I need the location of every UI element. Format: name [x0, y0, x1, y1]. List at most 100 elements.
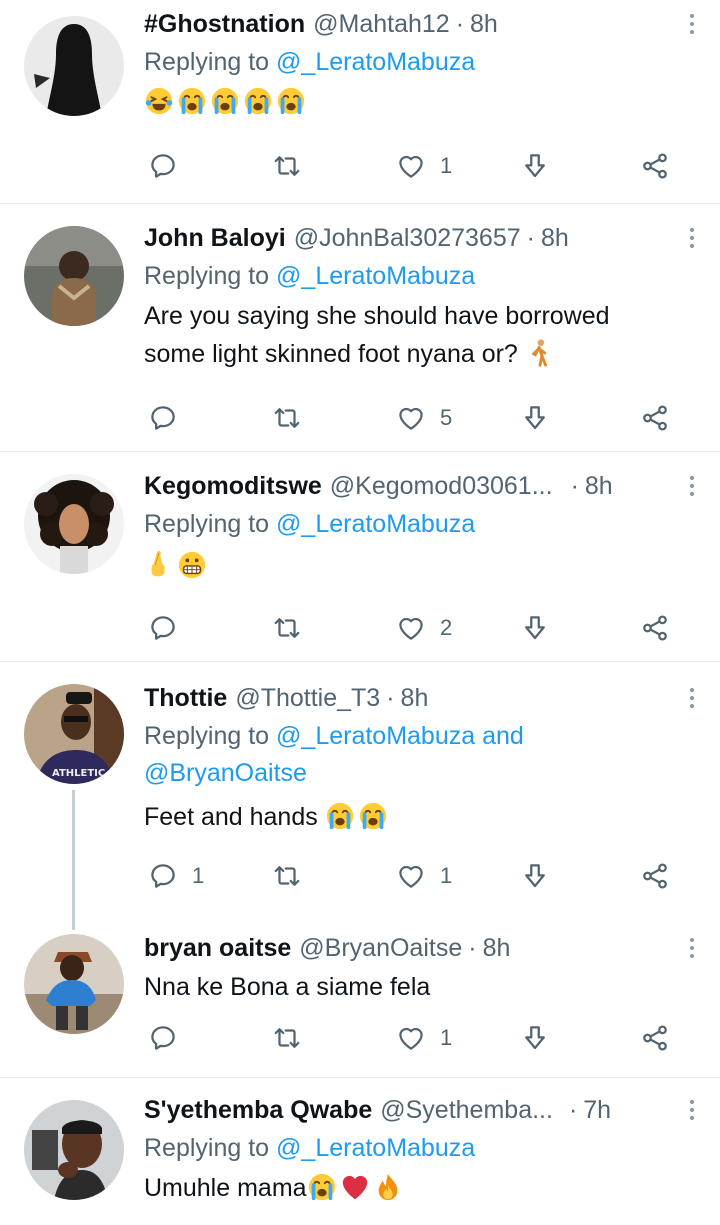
thread-connector: [72, 790, 75, 930]
display-name[interactable]: S'yethemba Qwabe: [144, 1090, 372, 1130]
crying-emoji: [276, 86, 306, 116]
display-name[interactable]: bryan oaitse: [144, 928, 291, 968]
like-count: 5: [440, 405, 453, 430]
user-handle[interactable]: @Thottie_T3: [235, 678, 380, 718]
retweet-button[interactable]: [272, 608, 302, 648]
more-options-icon[interactable]: [678, 932, 706, 964]
mention-link[interactable]: @_LeratoMabuza: [276, 1134, 475, 1162]
reply-icon: [148, 151, 178, 181]
display-name[interactable]: Kegomoditswe: [144, 466, 322, 506]
timestamp[interactable]: 8h: [401, 678, 429, 718]
timestamp[interactable]: 8h: [541, 218, 569, 258]
tweet-text: [144, 547, 692, 585]
tweet-ghostnation[interactable]: #Ghostnation @Mahtah12 · 8h Replying to …: [0, 0, 720, 204]
timestamp[interactable]: 8h: [585, 466, 613, 506]
tweet-text-line: Are you saying she should have borrowed: [144, 302, 610, 330]
user-handle[interactable]: @Syethemba...: [380, 1090, 553, 1130]
share-icon: [640, 151, 670, 181]
avatar[interactable]: [24, 226, 124, 326]
share-button[interactable]: [640, 398, 670, 438]
more-options-icon[interactable]: [678, 222, 706, 254]
display-name[interactable]: Thottie: [144, 678, 227, 718]
download-icon: [520, 1023, 550, 1053]
replying-to: Replying to @_LeratoMabuza and @BryanOait…: [144, 718, 692, 792]
replying-prefix: Replying to: [144, 262, 277, 290]
heart-icon: [396, 1023, 426, 1053]
save-button[interactable]: [520, 398, 550, 438]
retweet-button[interactable]: [272, 1018, 302, 1058]
tweet-syethemba-qwabe[interactable]: S'yethemba Qwabe @Syethemba... · 7h Repl…: [0, 1078, 720, 1225]
save-button[interactable]: [520, 146, 550, 186]
more-options-icon[interactable]: [678, 470, 706, 502]
reply-icon: [148, 403, 178, 433]
laughing-tears-emoji: [144, 86, 174, 116]
retweet-button[interactable]: [272, 146, 302, 186]
separator-dot: ·: [386, 684, 395, 712]
save-button[interactable]: [520, 1018, 550, 1058]
timestamp[interactable]: 7h: [583, 1090, 611, 1130]
save-button[interactable]: [520, 608, 550, 648]
avatar[interactable]: [24, 1100, 124, 1200]
tweet-thottie[interactable]: ATHLETIC Thottie @Thottie_T3 · 8h Replyi…: [0, 662, 720, 930]
tweet-text-content: Umuhle mama: [144, 1174, 307, 1202]
retweet-icon: [272, 1023, 302, 1053]
like-button[interactable]: 2: [396, 608, 452, 648]
user-handle[interactable]: @JohnBal30273657: [294, 218, 521, 258]
like-count: 2: [440, 615, 453, 640]
replying-prefix: Replying to: [144, 48, 277, 76]
separator-dot: ·: [455, 10, 465, 38]
like-button[interactable]: 1: [396, 856, 452, 896]
avatar[interactable]: ATHLETIC: [24, 684, 124, 784]
separator-dot: ·: [570, 472, 579, 500]
retweet-button[interactable]: [272, 398, 302, 438]
reply-button[interactable]: [148, 1018, 178, 1058]
timestamp[interactable]: 8h: [483, 928, 511, 968]
reply-button[interactable]: [148, 608, 178, 648]
more-options-icon[interactable]: [678, 8, 706, 40]
more-options-icon[interactable]: [678, 1094, 706, 1126]
avatar[interactable]: [24, 934, 124, 1034]
like-count: 1: [440, 863, 453, 888]
like-button[interactable]: 5: [396, 398, 452, 438]
user-handle[interactable]: @Mahtah12: [313, 4, 450, 44]
reply-button[interactable]: [148, 146, 178, 186]
display-name[interactable]: John Baloyi: [144, 218, 286, 258]
tweet-text: Nna ke Bona a siame fela: [144, 973, 431, 1001]
replying-to: Replying to @_LeratoMabuza: [144, 44, 692, 81]
timestamp[interactable]: 8h: [470, 4, 498, 44]
share-button[interactable]: [640, 856, 670, 896]
retweet-button[interactable]: [272, 856, 302, 896]
reply-button[interactable]: 1: [148, 856, 204, 896]
share-button[interactable]: [640, 146, 670, 186]
tweet-text: Umuhle mama: [144, 1169, 692, 1207]
tweet-text: Feet and hands: [144, 798, 692, 836]
share-icon: [640, 1023, 670, 1053]
like-button[interactable]: 1: [396, 1018, 452, 1058]
reply-count: 1: [192, 863, 205, 888]
mention-link[interactable]: @_LeratoMabuza: [276, 262, 475, 290]
save-button[interactable]: [520, 856, 550, 896]
tweet-john-baloyi[interactable]: John Baloyi @JohnBal30273657 · 8h Replyi…: [0, 204, 720, 452]
mention-link[interactable]: @_LeratoMabuza: [276, 722, 475, 750]
tweet-text: Are you saying she should have borrowed …: [144, 297, 692, 373]
mention-link[interactable]: @_LeratoMabuza: [276, 48, 475, 76]
mention-link[interactable]: @_LeratoMabuza: [276, 510, 475, 538]
display-name[interactable]: #Ghostnation: [144, 4, 305, 44]
user-handle[interactable]: @Kegomod03061...: [330, 466, 553, 506]
like-button[interactable]: 1: [396, 146, 452, 186]
reply-button[interactable]: [148, 398, 178, 438]
share-button[interactable]: [640, 608, 670, 648]
more-options-icon[interactable]: [678, 682, 706, 714]
tweet-kegomoditswe[interactable]: Kegomoditswe @Kegomod03061... · 8h Reply…: [0, 452, 720, 662]
avatar[interactable]: [24, 474, 124, 574]
download-icon: [520, 861, 550, 891]
share-button[interactable]: [640, 1018, 670, 1058]
mention-link-2[interactable]: @BryanOaitse: [144, 759, 307, 787]
replying-prefix: Replying to: [144, 510, 277, 538]
tweet-bryan-oaitse[interactable]: bryan oaitse @BryanOaitse · 8h Nna ke Bo…: [0, 924, 720, 1078]
avatar[interactable]: [24, 16, 124, 116]
crying-emoji: [210, 86, 240, 116]
retweet-icon: [272, 861, 302, 891]
reply-icon: [148, 613, 178, 643]
user-handle[interactable]: @BryanOaitse: [299, 928, 462, 968]
